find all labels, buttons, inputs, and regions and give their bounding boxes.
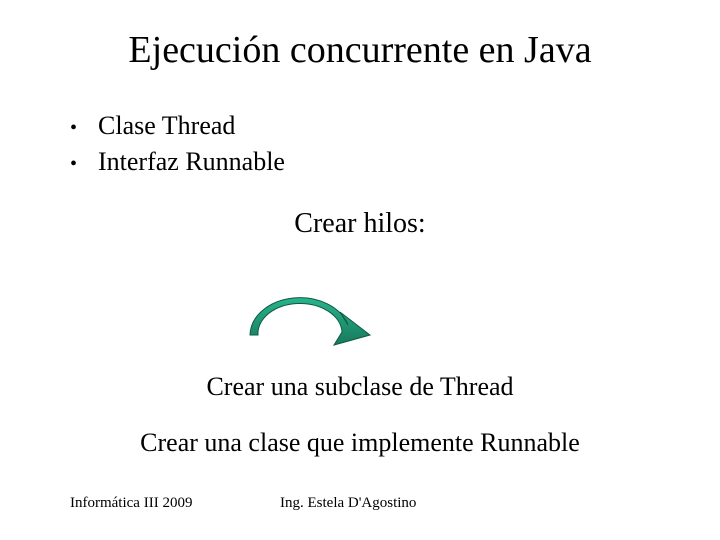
body-line-2: Crear una clase que implemente Runnable xyxy=(0,428,720,458)
bullet-text: Interfaz Runnable xyxy=(98,144,285,180)
list-item: • Clase Thread xyxy=(70,108,285,144)
footer-left: Informática III 2009 xyxy=(70,495,192,512)
slide: Ejecución concurrente en Java • Clase Th… xyxy=(0,0,720,540)
body-line-1: Crear una subclase de Thread xyxy=(0,372,720,402)
bullet-dot-icon: • xyxy=(70,150,98,178)
subheading: Crear hilos: xyxy=(0,208,720,240)
bullet-list: • Clase Thread • Interfaz Runnable xyxy=(70,108,285,181)
bullet-text: Clase Thread xyxy=(98,108,235,144)
footer-center: Ing. Estela D'Agostino xyxy=(280,495,416,512)
curved-arrow-icon xyxy=(230,280,380,350)
slide-title: Ejecución concurrente en Java xyxy=(0,28,720,72)
list-item: • Interfaz Runnable xyxy=(70,144,285,180)
bullet-dot-icon: • xyxy=(70,114,98,142)
